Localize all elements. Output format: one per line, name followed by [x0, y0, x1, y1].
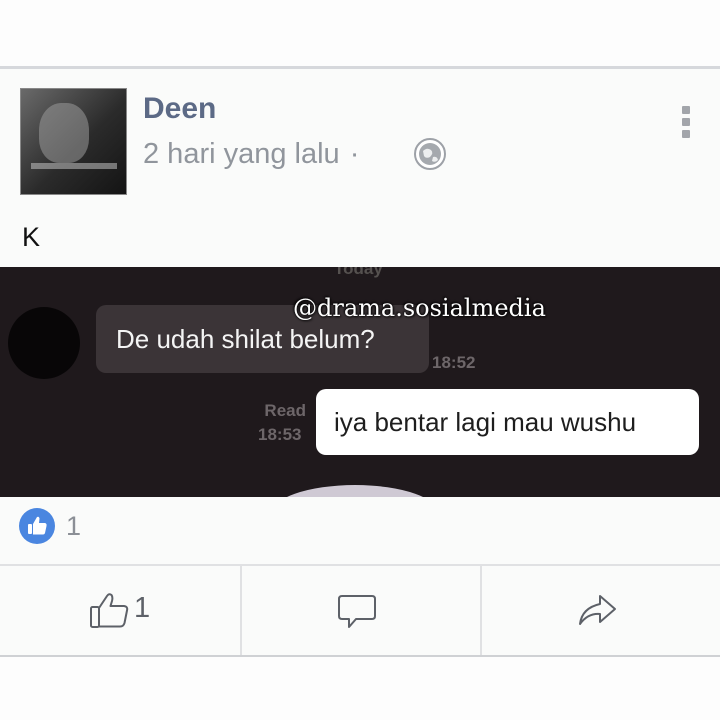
read-status: Read — [264, 401, 306, 420]
watermark: @drama.sosialmedia — [293, 294, 546, 322]
share-icon[interactable] — [576, 590, 618, 632]
post-text: K — [22, 222, 41, 252]
chat-date-label: Today — [334, 267, 383, 278]
thumbs-up-icon — [90, 593, 129, 628]
time-separator: · — [349, 138, 360, 170]
actions-divider — [0, 564, 720, 566]
chat-contact-avatar — [8, 307, 80, 379]
outgoing-message-time: 18:53 — [258, 425, 302, 444]
action-separator — [480, 566, 482, 656]
like-reaction-icon[interactable] — [18, 507, 56, 545]
reaction-count[interactable]: 1 — [66, 511, 81, 542]
more-options-icon[interactable] — [680, 106, 692, 140]
chat-bottom-shape — [270, 485, 440, 497]
globe-icon — [414, 138, 446, 170]
avatar-caption — [31, 163, 117, 169]
post-time: 2 hari yang lalu — [143, 138, 340, 170]
like-button[interactable]: 1 — [88, 588, 160, 632]
bottom-divider — [0, 655, 720, 657]
post-timestamp: 2 hari yang lalu · — [143, 138, 369, 171]
like-button-count: 1 — [134, 592, 151, 624]
incoming-message-time: 18:52 — [432, 353, 476, 372]
comment-icon[interactable] — [336, 590, 378, 632]
avatar-photo — [39, 103, 89, 163]
post-author[interactable]: Deen — [143, 92, 216, 126]
outgoing-message-bubble: iya bentar lagi mau wushu — [316, 389, 699, 455]
action-separator — [240, 566, 242, 656]
profile-avatar[interactable] — [20, 88, 127, 195]
